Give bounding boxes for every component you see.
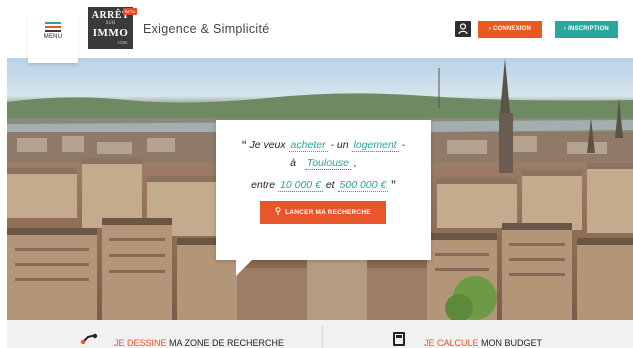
hamburger-icon xyxy=(45,22,61,34)
budget-prefix-text: entre xyxy=(251,179,276,191)
budget-min-input[interactable]: 10 000 € xyxy=(278,179,323,192)
beta-badge: BETA xyxy=(122,8,137,15)
city-prefix-text: à xyxy=(290,157,296,169)
search-intro-text: Je veux xyxy=(249,139,286,151)
feature-draw-zone[interactable]: JE DESSINE MA ZONE DE RECHERCHE xyxy=(114,338,284,348)
property-type-selector[interactable]: logement xyxy=(351,139,399,152)
open-quote: “ xyxy=(241,137,247,153)
draw-zone-icon xyxy=(80,333,98,345)
inscription-button[interactable]: › INSCRIPTION xyxy=(555,21,618,38)
logo-line-2: SUR xyxy=(105,21,116,26)
search-card: “ Je veux acheter - un logement - à Toul… xyxy=(216,120,431,260)
city-comma-text: , xyxy=(353,157,357,169)
logo-line-4: .COM xyxy=(116,40,127,45)
search-separator-text: - un xyxy=(330,139,349,151)
search-card-pointer xyxy=(236,258,254,276)
launch-search-label: LANCER MA RECHERCHE xyxy=(285,209,371,216)
user-account-button[interactable] xyxy=(455,21,471,37)
site-header: MENU ARRÊT SUR IMMO .COM BETA Exigence &… xyxy=(0,0,633,63)
launch-search-button[interactable]: LANCER MA RECHERCHE xyxy=(260,201,386,224)
site-logo[interactable]: ARRÊT SUR IMMO .COM BETA xyxy=(88,7,137,49)
action-selector[interactable]: acheter xyxy=(288,139,328,152)
feature-budget-text: MON BUDGET xyxy=(478,338,543,348)
feature-budget[interactable]: JE CALCULE MON BUDGET xyxy=(424,338,542,348)
calculator-icon xyxy=(393,332,405,346)
features-bar: JE DESSINE MA ZONE DE RECHERCHE JE CALCU… xyxy=(7,320,633,348)
location-pin-icon xyxy=(275,207,281,215)
search-line-3: entre 10 000 € et 500 000 € ” xyxy=(216,177,431,193)
connexion-button[interactable]: › CONNEXION xyxy=(478,21,542,38)
feature-draw-zone-accent: JE DESSINE xyxy=(114,338,167,348)
search-line-1: “ Je veux acheter - un logement - xyxy=(216,137,431,153)
features-divider xyxy=(322,326,323,348)
feature-budget-accent: JE CALCULE xyxy=(424,338,479,348)
search-dash-text: - xyxy=(401,139,406,151)
menu-button[interactable]: MENU xyxy=(28,14,78,63)
close-quote: ” xyxy=(391,177,396,193)
search-line-2: à Toulouse , xyxy=(216,157,431,170)
logo-line-3: IMMO xyxy=(92,27,129,39)
city-input[interactable]: Toulouse xyxy=(304,157,351,170)
tagline: Exigence & Simplicité xyxy=(143,22,270,36)
menu-label: MENU xyxy=(43,34,63,40)
feature-draw-zone-text: MA ZONE DE RECHERCHE xyxy=(166,338,285,348)
budget-max-input[interactable]: 500 000 € xyxy=(337,179,389,192)
budget-and-text: et xyxy=(325,179,335,191)
user-icon xyxy=(458,23,468,35)
